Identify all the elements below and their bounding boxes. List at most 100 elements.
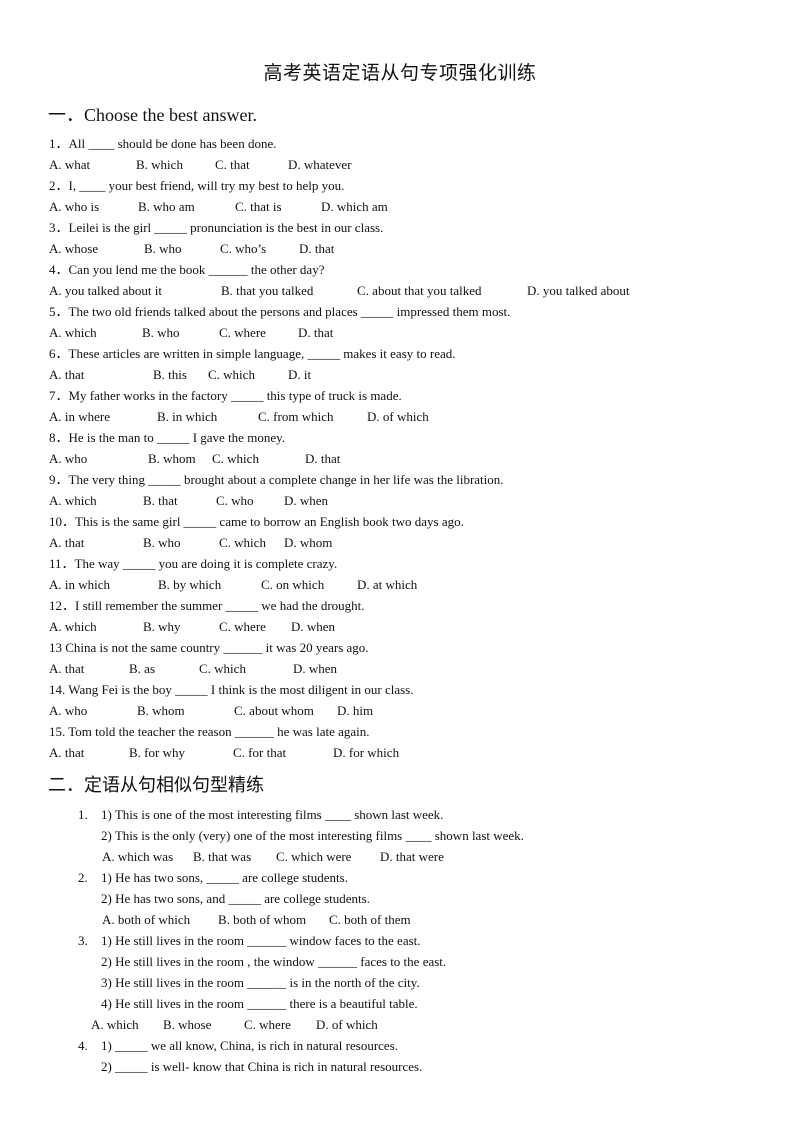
answer-option: C. both of them — [329, 912, 411, 927]
question-text: 1．All ____ should be done has been done. — [49, 136, 277, 151]
answer-option: A. both of which — [102, 912, 191, 927]
group-sentence: 4) He still lives in the room ______ the… — [101, 996, 418, 1011]
answer-option: B. who — [142, 325, 180, 340]
group-sentence: 2) _____ is well- know that China is ric… — [101, 1059, 423, 1074]
group-sentence: 2) He still lives in the room , the wind… — [101, 954, 447, 969]
answer-option: D. that were — [380, 849, 444, 864]
answer-option: C. about whom — [234, 703, 314, 718]
answer-option: C. who — [216, 493, 254, 508]
answer-option: C. which — [199, 661, 246, 676]
answer-option: C. on which — [261, 577, 325, 592]
answer-option: B. that — [143, 493, 178, 508]
answer-option: A. which — [91, 1017, 139, 1032]
question-text: 3．Leilei is the girl _____ pronunciation… — [49, 220, 384, 235]
group-sentence: 2) This is the only (very) one of the mo… — [101, 828, 524, 843]
answer-option: A. that — [49, 661, 85, 676]
answer-option: B. whose — [163, 1017, 212, 1032]
answer-option: C. about that you talked — [357, 283, 482, 298]
question-text: 9．The very thing _____ brought about a c… — [49, 472, 504, 487]
answer-option: B. who — [144, 241, 182, 256]
answer-option: C. which were — [276, 849, 352, 864]
answer-option: C. which — [219, 535, 266, 550]
answer-option: A. who is — [49, 199, 100, 214]
answer-option: C. where — [219, 619, 266, 634]
group-sentence: 2) He has two sons, and _____ are colleg… — [101, 891, 370, 906]
answer-option: C. that — [215, 157, 250, 172]
question-text: 12．I still remember the summer _____ we … — [49, 598, 365, 613]
answer-option: B. who am — [138, 199, 195, 214]
answer-option: D. for which — [333, 745, 400, 760]
answer-option: C. where — [219, 325, 266, 340]
answer-option: D. him — [337, 703, 374, 718]
answer-option: A. in where — [49, 409, 111, 424]
answer-option: B. why — [143, 619, 181, 634]
group-number: 1. — [78, 807, 88, 822]
answer-option: C. who’s — [220, 241, 267, 256]
group-sentence: 1) He has two sons, _____ are college st… — [101, 870, 348, 885]
answer-option: A. that — [49, 535, 85, 550]
question-text: 7．My father works in the factory _____ t… — [49, 388, 402, 403]
answer-option: A. which — [49, 325, 97, 340]
group-number: 4. — [78, 1038, 88, 1053]
section1-heading: 一．Choose the best answer. — [48, 105, 257, 125]
answer-option: B. whom — [137, 703, 185, 718]
answer-option: A. which — [49, 493, 97, 508]
answer-option: C. from which — [258, 409, 334, 424]
group-number: 2. — [78, 870, 88, 885]
answer-option: D. that — [299, 241, 335, 256]
section2-heading: 二．定语从句相似句型精练 — [48, 775, 264, 795]
answer-option: A. in which — [49, 577, 111, 592]
answer-option: D. when — [293, 661, 338, 676]
answer-option: B. whom — [148, 451, 196, 466]
answer-option: C. which — [212, 451, 259, 466]
answer-option: D. of which — [316, 1017, 378, 1032]
answer-option: B. this — [153, 367, 187, 382]
answer-option: C. for that — [233, 745, 287, 760]
answer-option: D. which am — [321, 199, 388, 214]
question-text: 5．The two old friends talked about the p… — [49, 304, 511, 319]
answer-option: B. both of whom — [218, 912, 307, 927]
answer-option: B. for why — [129, 745, 185, 760]
answer-option: C. where — [244, 1017, 291, 1032]
answer-option: A. what — [49, 157, 91, 172]
answer-option: B. that you talked — [221, 283, 314, 298]
question-text: 4．Can you lend me the book ______ the ot… — [49, 262, 325, 277]
answer-option: A. that — [49, 367, 85, 382]
answer-option: A. that — [49, 745, 85, 760]
group-sentence: 3) He still lives in the room ______ is … — [101, 975, 420, 990]
answer-option: A. which — [49, 619, 97, 634]
answer-option: D. of which — [367, 409, 429, 424]
answer-option: B. by which — [158, 577, 222, 592]
answer-option: A. you talked about it — [49, 283, 163, 298]
answer-option: C. that is — [235, 199, 282, 214]
answer-option: D. you talked about — [527, 283, 630, 298]
question-text: 11．The way _____ you are doing it is com… — [49, 556, 338, 571]
question-text: 6．These articles are written in simple l… — [49, 346, 456, 361]
answer-option: B. as — [129, 661, 155, 676]
question-text: 10．This is the same girl _____ came to b… — [49, 514, 464, 529]
group-sentence: 1) He still lives in the room ______ win… — [101, 933, 421, 948]
group-sentence: 1) _____ we all know, China, is rich in … — [101, 1038, 399, 1053]
answer-option: A. whose — [49, 241, 99, 256]
answer-option: B. who — [143, 535, 181, 550]
answer-option: D. that — [298, 325, 334, 340]
question-text: 13 China is not the same country ______ … — [49, 640, 369, 655]
page-title: 高考英语定语从句专项强化训练 — [263, 63, 537, 84]
answer-option: D. whom — [284, 535, 333, 550]
question-text: 14. Wang Fei is the boy _____ I think is… — [49, 682, 414, 697]
answer-option: D. at which — [357, 577, 418, 592]
answer-option: D. it — [288, 367, 312, 382]
answer-option: A. which was — [102, 849, 174, 864]
question-text: 8．He is the man to _____ I gave the mone… — [49, 430, 285, 445]
answer-option: D. when — [291, 619, 336, 634]
answer-option: B. in which — [157, 409, 218, 424]
answer-option: A. who — [49, 451, 88, 466]
question-text: 2．I, ____ your best friend, will try my … — [49, 178, 345, 193]
group-number: 3. — [78, 933, 88, 948]
group-sentence: 1) This is one of the most interesting f… — [101, 807, 444, 822]
answer-option: D. whatever — [288, 157, 352, 172]
answer-option: A. who — [49, 703, 88, 718]
answer-option: C. which — [208, 367, 255, 382]
question-text: 15. Tom told the teacher the reason ____… — [49, 724, 370, 739]
answer-option: B. which — [136, 157, 183, 172]
